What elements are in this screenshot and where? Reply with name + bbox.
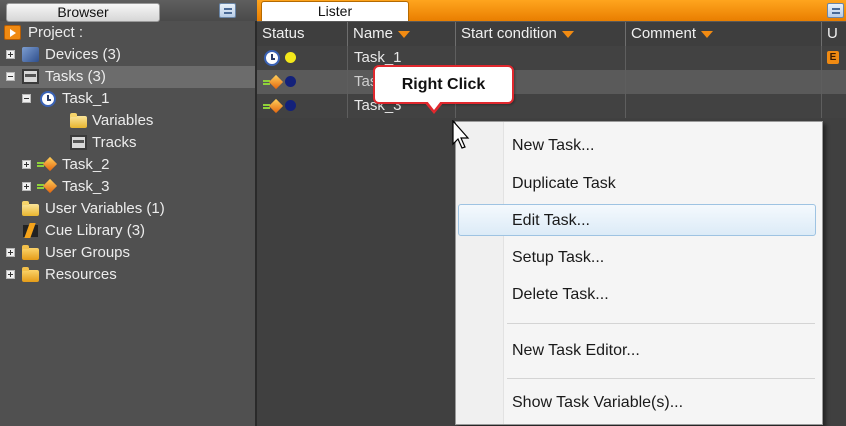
comment-cell (625, 46, 822, 70)
menu-item-show-task-variables[interactable]: Show Task Variable(s)... (458, 387, 816, 419)
status-dot (285, 76, 296, 87)
table-row[interactable]: Task_1 E (257, 46, 846, 70)
tree-item-project[interactable]: Project : (0, 22, 255, 44)
tree-item-label: Task_3 (62, 178, 110, 195)
column-status[interactable]: Status (257, 22, 347, 46)
column-start-condition[interactable]: Start condition (455, 22, 625, 46)
task-icon (37, 157, 57, 172)
expand-icon[interactable] (6, 50, 15, 59)
column-label: Name (353, 25, 394, 42)
menu-separator (507, 378, 815, 379)
comment-cell (625, 94, 822, 118)
menu-item-edit-task[interactable]: Edit Task... (458, 204, 816, 236)
panel-menu-icon[interactable] (827, 3, 844, 18)
menu-item-new-task-editor[interactable]: New Task Editor... (458, 335, 816, 367)
tasks-icon (22, 69, 39, 84)
expand-icon[interactable] (6, 270, 15, 279)
mouse-cursor-icon (452, 120, 470, 149)
right-click-callout: Right Click (373, 65, 514, 104)
tree-item-user-groups[interactable]: User Groups (0, 242, 255, 264)
tree-item-label: Project : (28, 24, 84, 41)
u-cell (821, 70, 846, 94)
devices-icon (22, 47, 39, 62)
expand-icon[interactable] (22, 182, 31, 191)
column-header: Status Name Start condition Comment U (257, 21, 846, 47)
collapse-icon[interactable] (6, 72, 15, 81)
folder-icon (22, 245, 39, 260)
status-dot (285, 52, 296, 63)
panel-menu-icon[interactable] (219, 3, 236, 18)
cue-library-icon (23, 223, 39, 238)
tracks-icon (70, 135, 87, 150)
tree-item-tracks[interactable]: Tracks (0, 132, 255, 154)
tree-item-task-3[interactable]: Task_3 (0, 176, 255, 198)
expand-icon[interactable] (22, 160, 31, 169)
tab-browser[interactable]: Browser (6, 3, 160, 22)
task-icon (263, 99, 283, 114)
clock-icon (264, 50, 280, 66)
expand-icon[interactable] (6, 248, 15, 257)
column-label: Start condition (461, 25, 557, 42)
column-label: U (827, 25, 838, 42)
tree-item-task-2[interactable]: Task_2 (0, 154, 255, 176)
menu-item-duplicate-task[interactable]: Duplicate Task (458, 168, 816, 200)
context-menu: New Task... Duplicate Task Edit Task... … (455, 121, 823, 425)
tree-item-resources[interactable]: Resources (0, 264, 255, 286)
tree-item-variables[interactable]: Variables (0, 110, 255, 132)
chevron-down-icon (561, 30, 574, 38)
tree-item-label: Variables (92, 112, 154, 129)
u-cell (821, 94, 846, 118)
chevron-down-icon (701, 30, 714, 38)
comment-cell (625, 70, 822, 94)
tree-item-label: Devices (3) (45, 46, 121, 63)
tree-item-label: User Variables (1) (45, 200, 165, 217)
tree-item-label: Cue Library (3) (45, 222, 146, 239)
tree-item-label: Task_1 (62, 90, 110, 107)
menu-item-setup-task[interactable]: Setup Task... (458, 242, 816, 274)
collapse-icon[interactable] (22, 94, 31, 103)
tree-item-cue-library[interactable]: Cue Library (3) (0, 220, 255, 242)
tree-item-label: User Groups (45, 244, 131, 261)
folder-icon (70, 113, 87, 128)
task-name: Task_1 (354, 49, 402, 66)
lister-header: Lister (257, 0, 846, 22)
chevron-down-icon (398, 30, 411, 38)
table-row[interactable]: Task_3 (257, 94, 846, 118)
column-name[interactable]: Name (347, 22, 455, 46)
tree-item-task-1[interactable]: Task_1 (0, 88, 255, 110)
folder-icon (22, 201, 39, 216)
task-icon (263, 75, 283, 90)
project-icon (4, 25, 21, 40)
tree-item-user-variables[interactable]: User Variables (1) (0, 198, 255, 220)
column-u[interactable]: U (821, 22, 846, 46)
tree-item-tasks[interactable]: Tasks (3) (0, 66, 255, 88)
tree-item-label: Tracks (92, 134, 137, 151)
column-label: Status (262, 25, 305, 42)
flag-badge: E (827, 51, 839, 64)
menu-item-delete-task[interactable]: Delete Task... (458, 279, 816, 311)
tree-item-label: Tasks (3) (45, 68, 106, 85)
folder-icon (22, 267, 39, 282)
status-dot (285, 100, 296, 111)
tab-lister[interactable]: Lister (261, 1, 409, 22)
tree-item-label: Resources (45, 266, 117, 283)
column-comment[interactable]: Comment (625, 22, 821, 46)
u-cell: E (821, 46, 846, 70)
task-icon (37, 179, 57, 194)
menu-item-new-task[interactable]: New Task... (458, 130, 816, 162)
clock-icon (40, 91, 56, 107)
browser-panel: Browser Project : Devices (3) Tasks (3) … (0, 0, 257, 426)
callout-tail-fill (427, 101, 441, 110)
tree-item-devices[interactable]: Devices (3) (0, 44, 255, 66)
table-row[interactable]: Task_2 (257, 70, 846, 94)
menu-separator (507, 323, 815, 324)
tree-item-label: Task_2 (62, 156, 110, 173)
column-label: Comment (631, 25, 697, 42)
browser-header: Browser (0, 0, 257, 22)
